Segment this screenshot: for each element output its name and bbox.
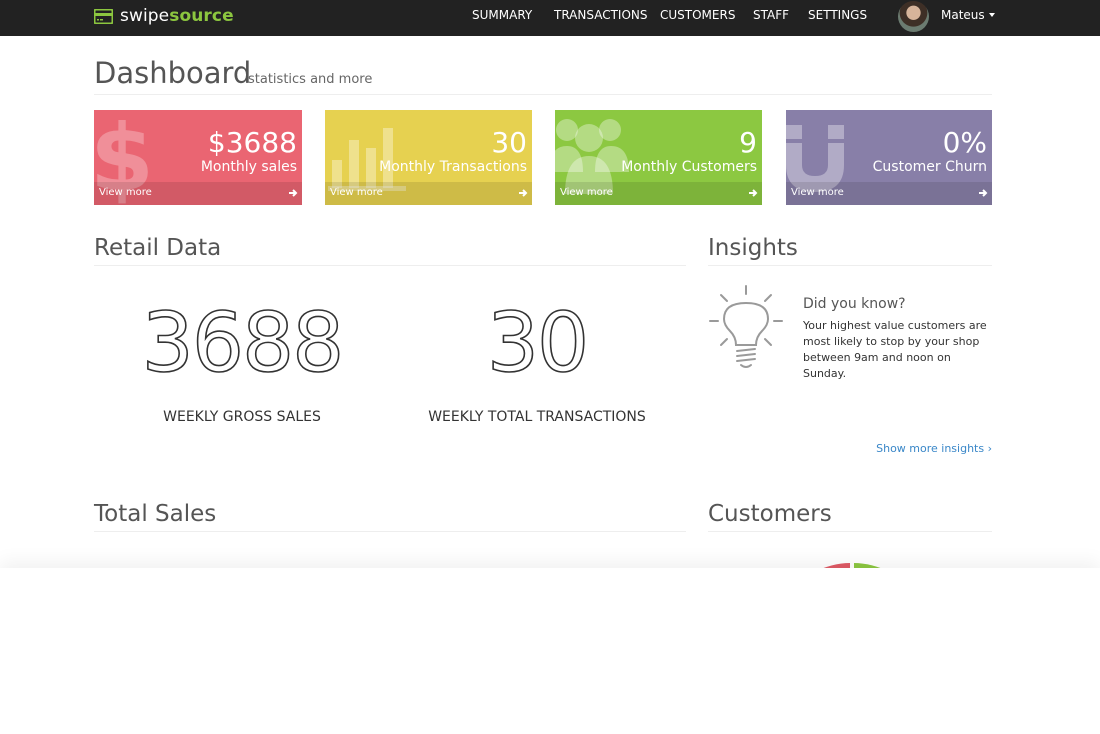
avatar[interactable] — [898, 1, 929, 32]
insight-text: Your highest value customers are most li… — [803, 319, 987, 380]
nav-transactions[interactable]: TRANSACTIONS — [554, 8, 648, 22]
view-more-label: View more — [560, 187, 613, 198]
tile-label: Monthly Transactions — [379, 159, 527, 175]
weekly-gross-sales-caption: WEEKLY GROSS SALES — [163, 409, 321, 425]
weekly-gross-sales-value: 3688 — [141, 296, 345, 391]
caret-down-icon — [988, 13, 995, 17]
tile-label: Customer Churn — [872, 159, 987, 175]
nav-customers[interactable]: CUSTOMERS — [660, 8, 735, 22]
section-title: Retail Data — [94, 235, 222, 261]
view-more-link[interactable]: View more — [94, 182, 302, 205]
weekly-transactions-value: 30 — [486, 296, 590, 391]
view-more-label: View more — [791, 187, 844, 198]
tile-value: $3688 — [207, 126, 297, 159]
total-sales-heading: Total Sales — [94, 501, 686, 532]
arrow-right-icon — [979, 189, 988, 197]
insight-heading: Did you know? — [803, 296, 906, 312]
page-title: Dashboard — [94, 56, 252, 90]
tile-monthly-sales: $ $3688 Monthly sales View more — [94, 110, 302, 205]
view-more-label: View more — [99, 187, 152, 198]
lightbulb-icon — [709, 285, 783, 368]
main-nav: SUMMARY TRANSACTIONS CUSTOMERS STAFF SET… — [0, 0, 1100, 36]
view-more-link[interactable]: View more — [786, 182, 992, 205]
tile-value: 9 — [739, 126, 757, 159]
view-more-label: View more — [330, 187, 383, 198]
view-more-link[interactable]: View more — [555, 182, 762, 205]
user-menu[interactable]: Mateus — [941, 8, 995, 22]
nav-settings[interactable]: SETTINGS — [808, 8, 867, 22]
below-fold-area — [0, 568, 1100, 734]
customers-heading: Customers — [708, 501, 992, 532]
retail-data-heading: Retail Data — [94, 235, 686, 266]
arrow-right-icon — [519, 189, 528, 197]
section-title: Insights — [708, 235, 798, 261]
tile-value: 30 — [491, 126, 527, 159]
arrow-right-icon — [749, 189, 758, 197]
user-name: Mateus — [941, 8, 985, 22]
top-navbar: swipesource SUMMARY TRANSACTIONS CUSTOME… — [0, 0, 1100, 36]
section-title: Customers — [708, 501, 832, 527]
tile-customer-churn: 0% Customer Churn View more — [786, 110, 992, 205]
page-header: Dashboard statistics and more — [94, 56, 992, 95]
nav-summary[interactable]: SUMMARY — [472, 8, 532, 22]
tile-monthly-transactions: 30 Monthly Transactions View more — [325, 110, 532, 205]
tile-value: 0% — [942, 126, 987, 159]
section-title: Total Sales — [94, 501, 217, 527]
insights-heading: Insights — [708, 235, 992, 266]
page-subtitle: statistics and more — [248, 72, 373, 87]
view-more-link[interactable]: View more — [325, 182, 532, 205]
tile-label: Monthly sales — [200, 159, 297, 175]
nav-staff[interactable]: STAFF — [753, 8, 789, 22]
show-more-insights-link[interactable]: Show more insights › — [876, 442, 992, 455]
arrow-right-icon — [289, 189, 298, 197]
tile-monthly-customers: 9 Monthly Customers View more — [555, 110, 762, 205]
weekly-transactions-caption: WEEKLY TOTAL TRANSACTIONS — [428, 409, 646, 425]
tile-label: Monthly Customers — [621, 159, 757, 175]
